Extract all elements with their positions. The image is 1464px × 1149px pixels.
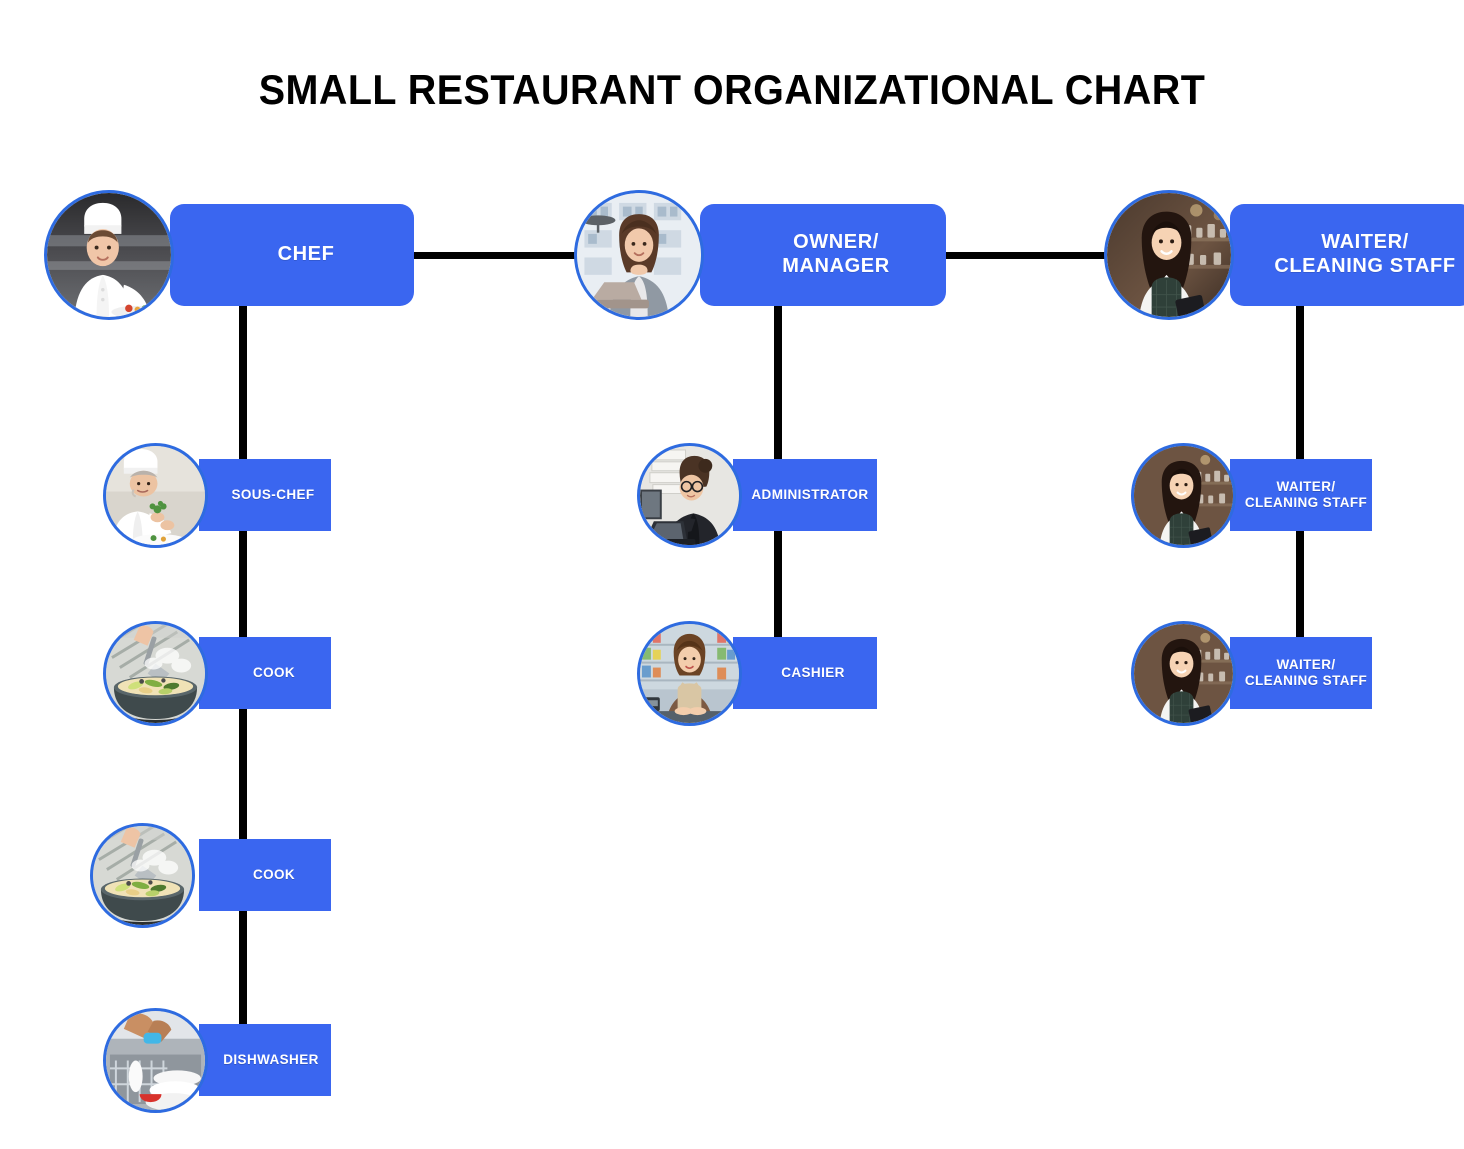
node-waiter-cleaning-staff[interactable]: WAITER/ CLEANING STAFF [1104,190,1464,320]
avatar-chef [44,190,174,320]
node-dishwasher-label: DISHWASHER [223,1052,319,1068]
node-cashier-box[interactable]: CASHIER [733,637,877,709]
node-cook-2-label: COOK [252,867,296,883]
avatar-owner-manager [574,190,704,320]
node-cook-2[interactable]: COOK [90,823,331,928]
node-waiter-cleaning-staff-3[interactable]: WAITER/ CLEANING STAFF [1131,621,1372,726]
org-chart-canvas: SMALL RESTAURANT ORGANIZATIONAL CHART CH… [0,0,1464,1149]
node-owner-manager-box[interactable]: OWNER/ MANAGER [700,204,946,306]
node-cook-1[interactable]: COOK [103,621,331,726]
page-title: SMALL RESTAURANT ORGANIZATIONAL CHART [258,66,1206,113]
node-waiter-cleaning-staff-2-label-line2: CLEANING STAFF [1244,495,1368,510]
node-administrator-box[interactable]: ADMINISTRATOR [733,459,877,531]
node-administrator-label: ADMINISTRATOR [751,487,869,503]
avatar-cook-1 [103,621,208,726]
node-dishwasher[interactable]: DISHWASHER [103,1008,331,1113]
node-waiter-cleaning-staff-2-box[interactable]: WAITER/ CLEANING STAFF [1230,459,1372,531]
avatar-waiter-cleaning-staff-2 [1131,443,1236,548]
node-chef[interactable]: CHEF [44,190,414,320]
avatar-cook-2 [90,823,195,928]
node-waiter-cleaning-staff-2-label-line1: WAITER/ [1276,479,1336,495]
node-cook-1-label: COOK [252,665,296,681]
node-waiter-cleaning-staff-label-line2: CLEANING STAFF [1274,255,1456,277]
node-sous-chef-box[interactable]: SOUS-CHEF [199,459,331,531]
node-chef-label: CHEF [277,243,335,266]
node-waiter-cleaning-staff-3-label-line1: WAITER/ [1276,657,1336,673]
node-waiter-cleaning-staff-3-box[interactable]: WAITER/ CLEANING STAFF [1230,637,1372,709]
node-chef-box[interactable]: CHEF [170,204,414,306]
avatar-waiter-cleaning-staff [1104,190,1234,320]
avatar-waiter-cleaning-staff-3 [1131,621,1236,726]
node-sous-chef[interactable]: SOUS-CHEF [103,443,331,548]
node-cashier-label: CASHIER [781,665,845,681]
node-cook-2-box[interactable]: COOK [199,839,331,911]
node-cook-1-box[interactable]: COOK [199,637,331,709]
node-waiter-cleaning-staff-label-line1: WAITER/ [1321,231,1409,254]
avatar-sous-chef [103,443,208,548]
avatar-cashier [637,621,742,726]
node-owner-manager-label-line1: OWNER/ [793,231,879,254]
node-sous-chef-label: SOUS-CHEF [231,487,315,503]
node-owner-manager-label-line2: MANAGER [782,255,890,277]
node-waiter-cleaning-staff-box[interactable]: WAITER/ CLEANING STAFF [1230,204,1464,306]
avatar-dishwasher [103,1008,208,1113]
avatar-administrator [637,443,742,548]
node-waiter-cleaning-staff-3-label-line2: CLEANING STAFF [1244,673,1368,688]
node-owner-manager[interactable]: OWNER/ MANAGER [574,190,946,320]
node-waiter-cleaning-staff-2[interactable]: WAITER/ CLEANING STAFF [1131,443,1372,548]
node-administrator[interactable]: ADMINISTRATOR [637,443,877,548]
node-cashier[interactable]: CASHIER [637,621,877,726]
node-dishwasher-box[interactable]: DISHWASHER [199,1024,331,1096]
